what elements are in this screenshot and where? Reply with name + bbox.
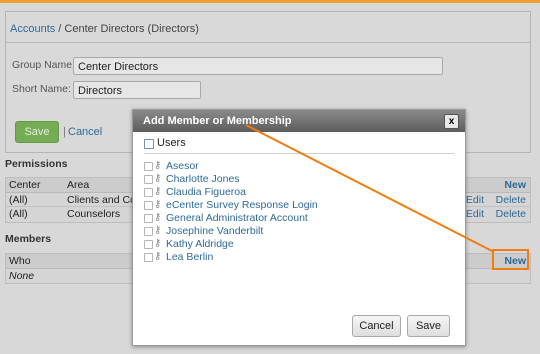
key-icon: ⚷ <box>154 199 162 210</box>
permissions-new-link[interactable]: New <box>504 179 526 191</box>
row-center: (All) <box>9 194 28 206</box>
member-name[interactable]: Claudia Figueroa <box>166 186 246 198</box>
member-name[interactable]: Josephine Vanderbilt <box>166 225 263 237</box>
top-accent-bar <box>0 0 540 3</box>
column-area: Area <box>67 179 90 191</box>
permissions-title: Permissions <box>5 158 68 170</box>
panel-header: Accounts / Center Directors (Directors) <box>6 12 530 43</box>
member-name[interactable]: Kathy Aldridge <box>166 238 234 250</box>
short-name-label: Short Name: <box>12 83 71 95</box>
column-center: Center <box>9 179 41 191</box>
edit-link[interactable]: Edit <box>466 208 484 220</box>
member-name[interactable]: General Administrator Account <box>166 212 308 224</box>
member-checkbox[interactable] <box>144 201 153 210</box>
member-checkbox[interactable] <box>144 227 153 236</box>
users-group-row: Users <box>144 137 454 154</box>
key-icon: ⚷ <box>154 238 162 249</box>
member-checkbox[interactable] <box>144 253 153 262</box>
annotation-highlight-box <box>492 249 529 270</box>
delete-link[interactable]: Delete <box>496 194 526 206</box>
member-checkbox[interactable] <box>144 188 153 197</box>
breadcrumb-current: Center Directors (Directors) <box>64 23 199 35</box>
dialog-title-bar: Add Member or Membership x <box>133 110 465 132</box>
key-icon: ⚷ <box>154 251 162 262</box>
group-name-label: Group Name: <box>12 59 76 71</box>
member-checkbox[interactable] <box>144 240 153 249</box>
cancel-link[interactable]: Cancel <box>68 126 102 138</box>
key-icon: ⚷ <box>154 160 162 171</box>
group-name-input[interactable]: Center Directors <box>73 57 443 75</box>
save-button[interactable]: Save <box>15 121 59 143</box>
row-center: (All) <box>9 208 28 220</box>
breadcrumb: Accounts / Center Directors (Directors) <box>10 23 199 35</box>
separator: | <box>63 126 66 138</box>
member-name[interactable]: Asesor <box>166 160 199 172</box>
dialog-save-button[interactable]: Save <box>407 315 450 337</box>
member-name[interactable]: eCenter Survey Response Login <box>166 199 318 211</box>
short-name-input[interactable]: Directors <box>73 81 201 99</box>
member-checkbox[interactable] <box>144 175 153 184</box>
member-checkbox[interactable] <box>144 214 153 223</box>
key-icon: ⚷ <box>154 212 162 223</box>
dialog-title: Add Member or Membership <box>143 115 292 127</box>
delete-link[interactable]: Delete <box>496 208 526 220</box>
add-member-dialog: Add Member or Membership x Users ⚷ Aseso… <box>132 109 466 346</box>
member-name[interactable]: Charlotte Jones <box>166 173 240 185</box>
close-icon[interactable]: x <box>444 114 459 129</box>
row-who: None <box>9 270 35 282</box>
row-area: Clients and Co <box>67 194 136 206</box>
members-title: Members <box>5 233 52 245</box>
member-checkbox[interactable] <box>144 162 153 171</box>
key-icon: ⚷ <box>154 186 162 197</box>
users-checkbox[interactable] <box>144 139 154 149</box>
row-area: Counselors <box>67 208 121 220</box>
dialog-cancel-button[interactable]: Cancel <box>352 315 401 337</box>
key-icon: ⚷ <box>154 225 162 236</box>
breadcrumb-accounts-link[interactable]: Accounts <box>10 23 55 35</box>
edit-link[interactable]: Edit <box>466 194 484 206</box>
key-icon: ⚷ <box>154 173 162 184</box>
member-name[interactable]: Lea Berlin <box>166 251 213 263</box>
users-group-label: Users <box>157 137 186 149</box>
column-who: Who <box>9 255 31 267</box>
